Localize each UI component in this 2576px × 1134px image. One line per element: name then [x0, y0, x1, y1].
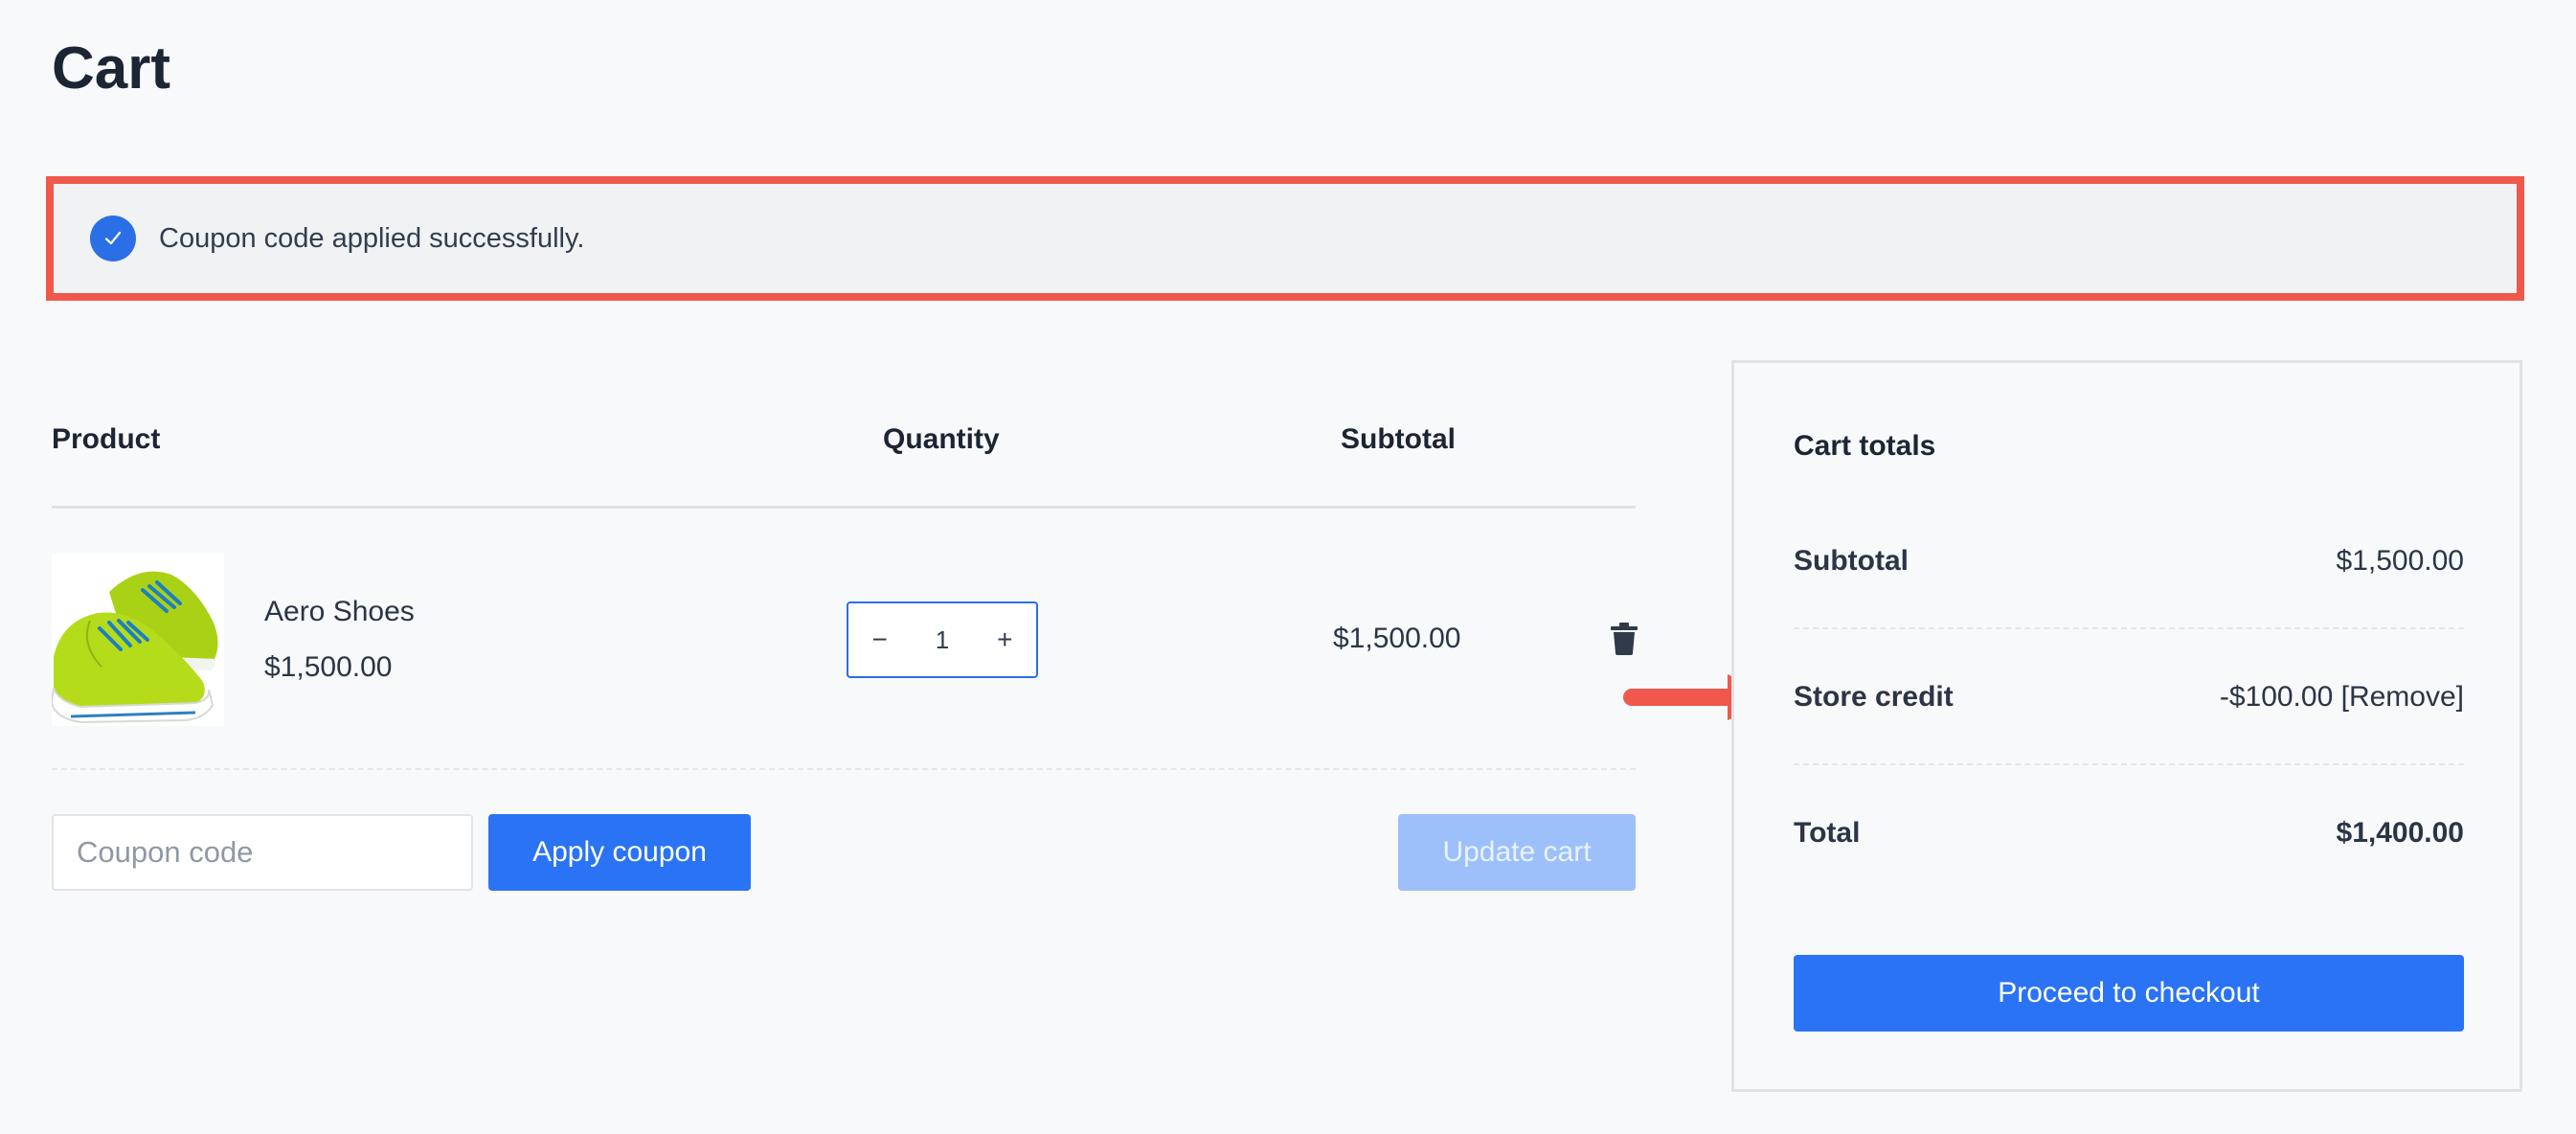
notice-text: Coupon code applied successfully.	[159, 222, 585, 254]
trash-icon[interactable]	[1610, 623, 1638, 655]
quantity-value[interactable]: 1	[923, 625, 961, 655]
header-subtotal: Subtotal	[1341, 423, 1456, 455]
quantity-stepper: − 1 +	[847, 601, 1038, 678]
total-value: $1,400.00	[2336, 817, 2464, 849]
product-name[interactable]: Aero Shoes	[264, 596, 415, 628]
totals-divider	[1794, 763, 2464, 765]
row-subtotal: $1,500.00	[1333, 623, 1461, 654]
cart-page: Cart Coupon code applied successfully. P…	[0, 0, 2576, 1134]
update-cart-button[interactable]: Update cart	[1398, 814, 1636, 891]
subtotal-value: $1,500.00	[2336, 545, 2464, 577]
success-notice: Coupon code applied successfully.	[46, 176, 2524, 301]
decrease-quantity-button[interactable]: −	[861, 624, 899, 655]
header-quantity: Quantity	[883, 423, 1000, 455]
store-credit-value-group: -$100.00 [Remove]	[2220, 681, 2464, 714]
apply-coupon-button[interactable]: Apply coupon	[488, 814, 751, 891]
subtotal-label: Subtotal	[1794, 545, 1909, 577]
proceed-to-checkout-button[interactable]: Proceed to checkout	[1794, 955, 2464, 1032]
totals-divider	[1794, 627, 2464, 629]
total-label: Total	[1794, 817, 1861, 849]
page-title: Cart	[52, 35, 171, 102]
store-credit-label: Store credit	[1794, 681, 1954, 713]
cart-totals-panel: Cart totals Subtotal $1,500.00 Store cre…	[1731, 360, 2522, 1092]
row-divider	[52, 768, 1636, 770]
header-product: Product	[52, 423, 161, 455]
header-divider	[52, 506, 1636, 509]
store-credit-value: -$100.00	[2219, 681, 2334, 713]
increase-quantity-button[interactable]: +	[985, 624, 1024, 655]
coupon-input[interactable]	[52, 814, 473, 891]
product-image[interactable]	[52, 554, 224, 726]
cart-totals-title: Cart totals	[1794, 430, 1936, 462]
product-price: $1,500.00	[264, 651, 393, 683]
table-row: Aero Shoes $1,500.00 − 1 + $1,500.00	[52, 554, 1638, 726]
remove-credit-link[interactable]: [Remove]	[2341, 681, 2464, 713]
check-circle-icon	[90, 215, 136, 261]
